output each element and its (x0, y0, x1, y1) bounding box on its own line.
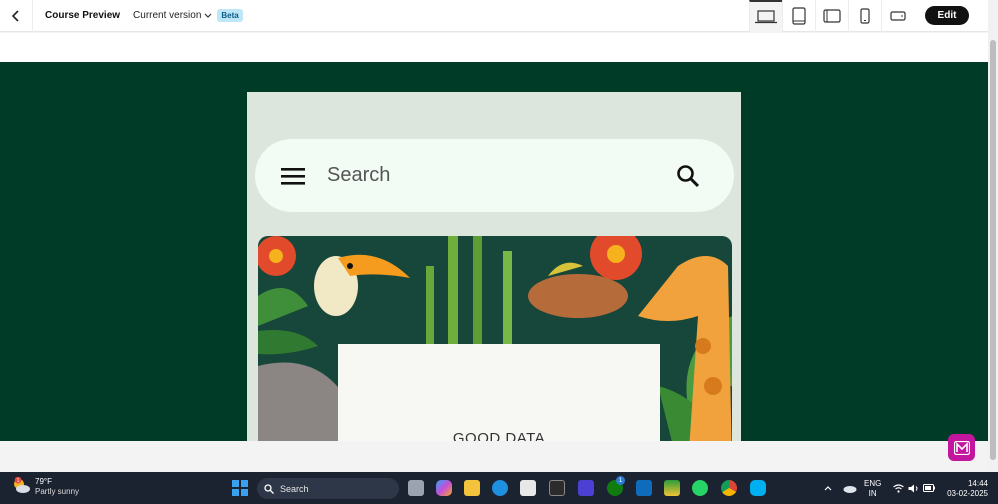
partly-sunny-icon: 1 (14, 477, 30, 493)
device-tablet-landscape-button[interactable] (815, 0, 848, 32)
version-dropdown[interactable]: Current version (133, 10, 212, 21)
preview-device-frame: Search GOOD DATA (247, 92, 741, 441)
m-logo-icon (953, 440, 970, 455)
torn-paper-panel: GOOD DATA (338, 344, 660, 441)
clock-time: 14:44 (967, 479, 988, 488)
edit-button[interactable]: Edit (925, 6, 969, 25)
copilot-icon[interactable] (436, 480, 452, 496)
jungle-illustration-card[interactable]: GOOD DATA (258, 236, 732, 441)
weather-badge-count: 1 (17, 478, 20, 484)
preview-search-bar[interactable]: Search (255, 139, 734, 212)
task-view-icon[interactable] (408, 480, 424, 496)
region-code: IN (868, 489, 877, 498)
taskbar-search[interactable]: Search (257, 478, 399, 499)
preview-top-spacer (0, 33, 988, 62)
chevron-left-icon (11, 9, 19, 22)
app-cube-icon[interactable] (549, 480, 565, 496)
whatsapp-icon[interactable] (692, 480, 708, 496)
wifi-icon[interactable] (893, 484, 904, 493)
tablet-portrait-icon (792, 7, 806, 25)
windows-start-icon[interactable] (232, 480, 248, 496)
preview-header: Course Preview Current version Beta Edit (0, 0, 988, 32)
device-tablet-portrait-button[interactable] (782, 0, 815, 32)
windows-taskbar: 1 79°F Partly sunny Search 1 ENG IN 14:4… (0, 472, 998, 504)
hamburger-menu-icon[interactable] (281, 166, 307, 186)
weather-desc: Partly sunny (35, 487, 80, 496)
preview-bottom-spacer (0, 441, 988, 472)
edge-icon[interactable] (492, 480, 508, 496)
skype-icon[interactable] (750, 480, 766, 496)
app-blue-icon[interactable] (578, 480, 594, 496)
page-scrollbar[interactable] (988, 0, 998, 472)
device-phone-landscape-button[interactable] (881, 0, 914, 32)
battery-icon[interactable] (923, 484, 935, 492)
search-icon[interactable] (676, 164, 700, 188)
page-title: Course Preview (45, 10, 121, 21)
device-switcher (749, 0, 914, 32)
xbox-icon[interactable]: 1 (607, 476, 625, 496)
version-label: Current version (133, 10, 202, 21)
clock-date: 03-02-2025 (947, 489, 988, 498)
scrollbar-thumb[interactable] (990, 40, 996, 460)
store-icon[interactable] (520, 480, 536, 496)
onedrive-cloud-icon[interactable] (843, 484, 857, 493)
tablet-landscape-icon (823, 9, 841, 23)
weather-widget[interactable]: 1 79°F Partly sunny (12, 477, 79, 496)
file-explorer-icon[interactable] (464, 480, 480, 496)
device-laptop-button[interactable] (749, 0, 782, 32)
language-code: ENG (864, 479, 882, 488)
phone-landscape-icon (890, 11, 906, 21)
back-button[interactable] (0, 0, 33, 32)
xbox-badge: 1 (616, 476, 625, 485)
preview-search-placeholder: Search (327, 164, 391, 186)
app-flag-icon[interactable] (664, 480, 680, 496)
weather-temp: 79°F (35, 477, 52, 486)
outlook-icon[interactable] (636, 480, 652, 496)
chevron-down-icon (204, 13, 212, 18)
device-phone-portrait-button[interactable] (848, 0, 881, 32)
search-icon (264, 483, 274, 494)
m-assistant-button[interactable] (948, 434, 975, 461)
card-caption: GOOD DATA (452, 430, 546, 441)
chevron-up-icon[interactable] (824, 485, 832, 491)
volume-icon[interactable] (908, 484, 919, 493)
system-clock[interactable]: 14:44 03-02-2025 (944, 479, 988, 499)
chrome-icon[interactable] (721, 480, 737, 496)
language-indicator[interactable]: ENG IN (864, 479, 881, 499)
laptop-icon (755, 10, 777, 24)
phone-portrait-icon (860, 8, 870, 24)
taskbar-search-label: Search (280, 483, 309, 494)
beta-badge: Beta (217, 9, 243, 22)
